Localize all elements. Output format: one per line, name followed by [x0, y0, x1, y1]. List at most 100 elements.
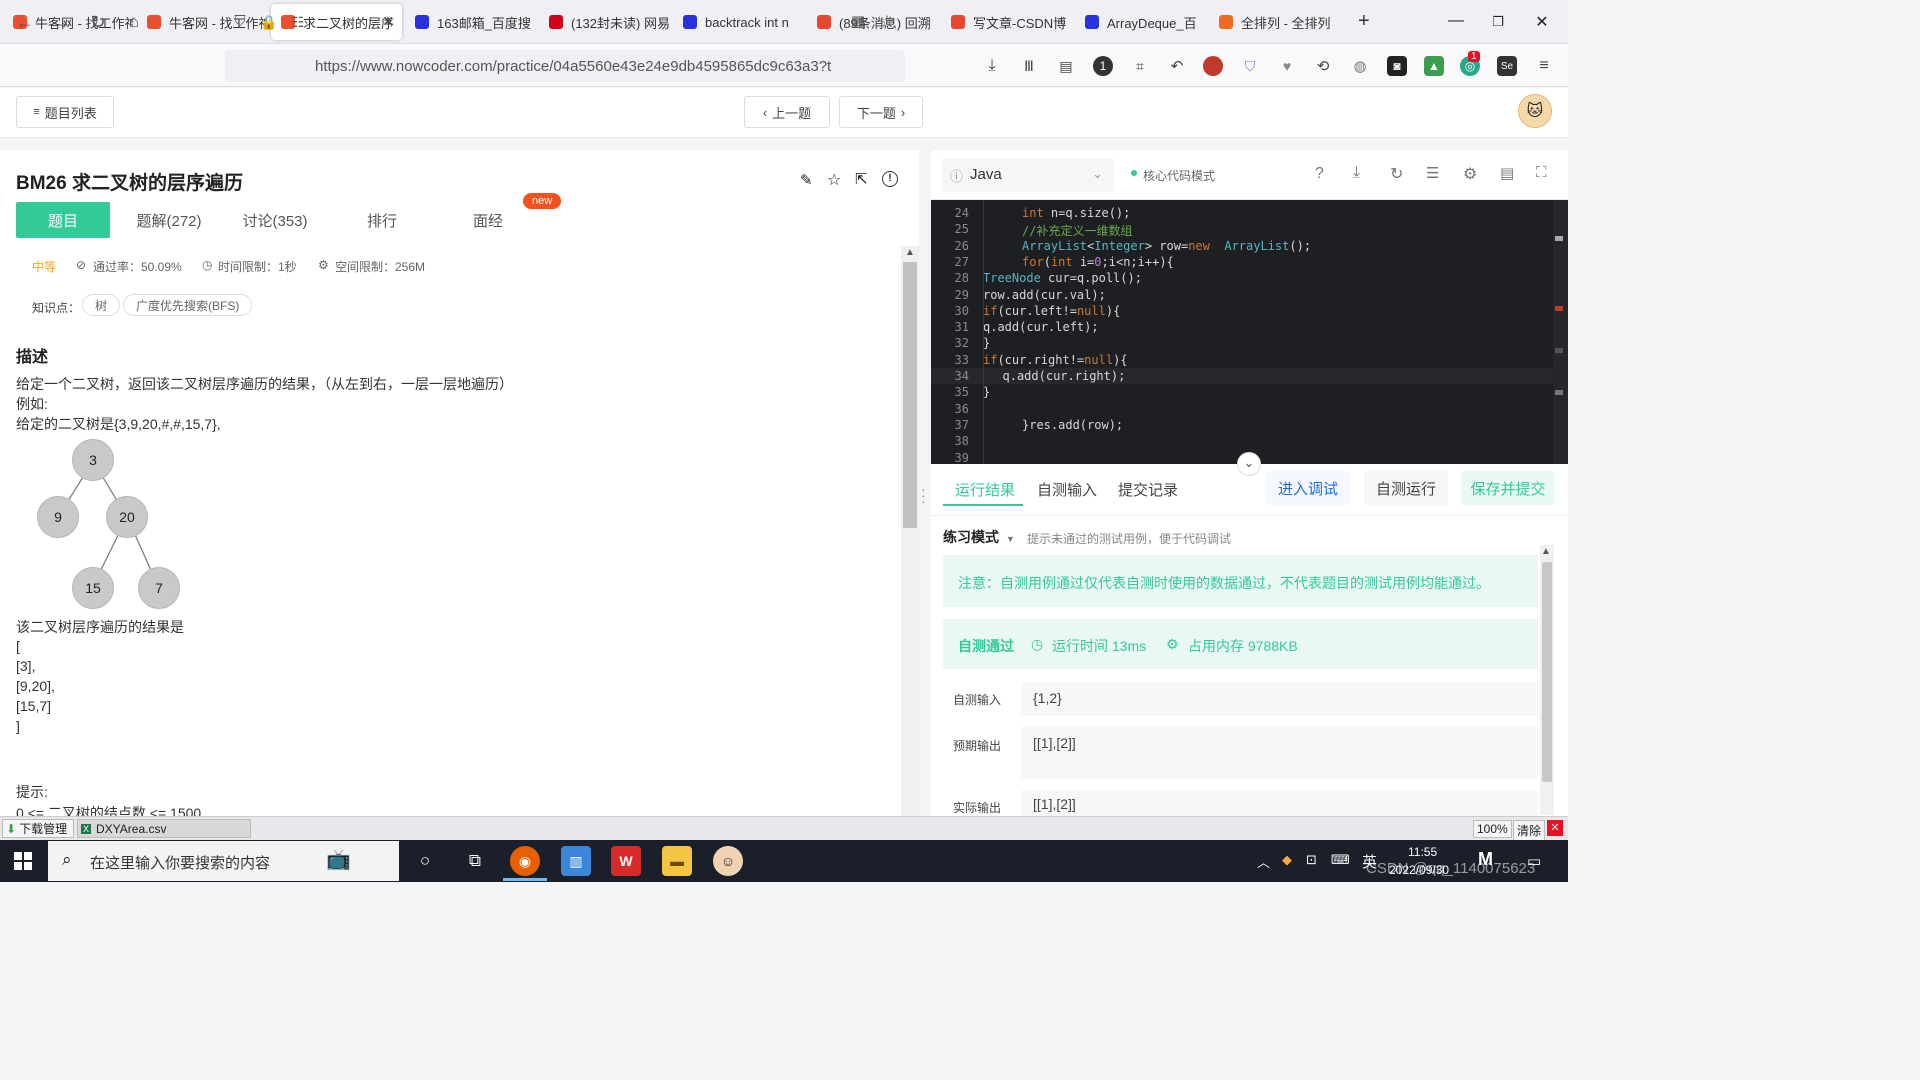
tab-discussion[interactable]: 讨论(353) [232, 202, 318, 238]
format-icon[interactable]: ☰ [1426, 164, 1439, 182]
extension-icon[interactable] [1203, 56, 1223, 76]
scroll-up-icon[interactable]: ▲ [905, 247, 915, 258]
tab-custom-input[interactable]: 自测输入 [1037, 479, 1097, 500]
permissions-icon[interactable]: ☷ [287, 12, 309, 32]
browser-tab[interactable]: 163邮箱_百度搜 [405, 4, 535, 40]
sync-icon[interactable]: ⟲ [1313, 56, 1333, 76]
self-run-button[interactable]: 自测运行 [1364, 471, 1448, 505]
save-submit-button[interactable]: 保存并提交 [1461, 471, 1555, 505]
tab-ranking[interactable]: 排行 [352, 202, 412, 238]
undo-icon[interactable]: ↶ [1167, 56, 1187, 76]
download-icon[interactable]: ⤓ [982, 56, 1002, 76]
code-line[interactable]: row.add(cur.val); [983, 288, 1106, 302]
cortana-icon[interactable]: ○ [410, 846, 440, 876]
tab-solutions[interactable]: 题解(272) [126, 202, 212, 238]
code-line[interactable]: //补充定义一维数组 [1022, 222, 1132, 239]
tab-interview[interactable]: 面经 [458, 202, 518, 238]
tag-tree[interactable]: 树 [82, 294, 121, 316]
code-line[interactable]: } [983, 336, 990, 350]
code-line[interactable]: }res.add(row); [1022, 418, 1123, 432]
close-window-icon[interactable]: ✕ [1532, 12, 1552, 32]
code-line[interactable]: } [983, 385, 990, 399]
help-icon[interactable]: ? [1315, 165, 1324, 183]
url-text[interactable]: https://www.nowcoder.com/practice/04a556… [315, 58, 840, 75]
code-line[interactable]: for(int i=0;i<n;i++){ [1022, 255, 1174, 269]
tab-problem[interactable]: 题目 [16, 202, 110, 238]
forward-icon[interactable]: → [50, 12, 72, 32]
problem-list-button[interactable]: ≡ 题目列表 [16, 96, 114, 128]
practice-mode-select[interactable]: 练习模式 ▼ [943, 527, 1015, 547]
problem-scrollbar-thumb[interactable] [903, 262, 917, 528]
prev-problem-button[interactable]: ‹ 上一题 [744, 96, 830, 128]
download-file[interactable]: X DXYArea.csv [77, 819, 251, 838]
windows-start-icon[interactable] [14, 852, 32, 870]
result-scrollbar-thumb[interactable] [1542, 562, 1552, 782]
code-line[interactable]: ArrayList<Integer> row=new ArrayList(); [1022, 239, 1311, 253]
heart-shield-icon[interactable]: ♥ [1277, 56, 1297, 76]
code-line[interactable]: if(cur.left!=null){ [983, 304, 1120, 318]
minimize-icon[interactable]: — [1446, 12, 1466, 30]
reset-icon[interactable]: ↻ [1390, 164, 1403, 184]
qr-code-icon[interactable]: ▦ [847, 12, 869, 32]
avatar[interactable]: 🐱 [1518, 94, 1552, 128]
extension-1-icon[interactable]: 1 [1093, 56, 1113, 76]
collapse-chevron-icon[interactable]: ⌄ [1237, 452, 1261, 476]
wps-taskbar-icon[interactable]: W [611, 846, 641, 876]
library-icon[interactable]: Ⅲ [1019, 56, 1039, 76]
green-extension-icon[interactable]: ▲ [1424, 56, 1444, 76]
selenium-icon[interactable]: Se [1497, 56, 1517, 76]
code-line[interactable]: int n=q.size(); [1022, 206, 1130, 220]
close-downloads-icon[interactable]: ✕ [1547, 820, 1563, 836]
browser-tab[interactable]: 全排列 - 全排列 [1209, 4, 1339, 40]
code-line[interactable]: q.add(cur.right); [1003, 369, 1126, 383]
reload-icon[interactable]: ↻ [87, 12, 109, 32]
bookmark-star-icon[interactable]: ☆ [876, 12, 898, 32]
globe-icon[interactable]: ◍ [1350, 56, 1370, 76]
maximize-icon[interactable]: ❐ [1488, 14, 1508, 30]
tag-bfs[interactable]: 广度优先搜索(BFS) [123, 294, 253, 316]
tab-run-result[interactable]: 运行结果 [955, 479, 1015, 500]
crop-icon[interactable]: ⌗ [1130, 56, 1150, 76]
share-icon[interactable]: ⇱ [855, 170, 868, 188]
debug-button[interactable]: 进入调试 [1265, 471, 1351, 505]
fullscreen-icon[interactable]: ⛶ [1536, 164, 1547, 181]
taskbar-search-box[interactable]: ⌕ 在这里输入你要搜索的内容 📺 [48, 841, 399, 881]
result-scroll-up-icon[interactable]: ▲ [1541, 546, 1551, 557]
next-problem-button[interactable]: 下一题 › [839, 96, 923, 128]
browser-tab[interactable]: (132封未读) 网易 [539, 4, 669, 40]
shield-extension-icon[interactable]: ⛉ [1240, 56, 1260, 76]
file-explorer-taskbar-icon[interactable]: ▬ [662, 846, 692, 876]
store-taskbar-icon[interactable]: ▥ [561, 846, 591, 876]
clear-downloads-button[interactable]: 清除 [1513, 820, 1546, 841]
tab-submission-history[interactable]: 提交记录 [1118, 479, 1178, 500]
tray-overflow-icon[interactable]: ︿ [1257, 852, 1270, 871]
browser-tab[interactable]: (89条消息) 回溯 [807, 4, 937, 40]
avatar-app-taskbar-icon[interactable]: ☺ [713, 846, 743, 876]
keyboard-icon[interactable]: ⌨ [1331, 852, 1350, 868]
shield-icon[interactable]: ⛉ [229, 12, 251, 32]
browser-tab[interactable]: ArrayDeque_百 [1075, 4, 1205, 40]
menu-icon[interactable]: ≡ [1534, 56, 1554, 76]
settings-icon[interactable]: ⚙ [1463, 164, 1477, 184]
language-select[interactable]: ⓘ Java ⌄ [942, 158, 1114, 192]
edit-icon[interactable]: ✎ [800, 171, 813, 189]
code-line[interactable]: TreeNode cur=q.poll(); [983, 271, 1142, 285]
zoom-level[interactable]: 100% [1473, 820, 1512, 838]
info-icon[interactable]: ! [882, 171, 898, 187]
browser-tab[interactable]: 写文章-CSDN博 [941, 4, 1071, 40]
sidebar-icon[interactable]: ▤ [1056, 56, 1076, 76]
firefox-taskbar-icon[interactable]: ◉ [510, 846, 540, 876]
code-line[interactable]: q.add(cur.left); [983, 320, 1099, 334]
download-code-icon[interactable]: ⤓ [1353, 164, 1360, 182]
calendar-icon[interactable]: ▤ [1500, 164, 1514, 182]
clock-time[interactable]: 11:55 [1408, 845, 1437, 859]
task-view-icon[interactable]: ⧉ [460, 846, 490, 876]
close-tab-icon[interactable]: ✕ [382, 13, 394, 30]
star-icon[interactable]: ☆ [827, 170, 841, 190]
home-icon[interactable]: ⌂ [123, 12, 145, 32]
back-icon[interactable]: ← [14, 12, 36, 32]
splitter-handle[interactable]: · · · [921, 482, 926, 508]
download-manager-button[interactable]: ⬇ 下载管理 [2, 819, 74, 838]
tray-app-icon[interactable]: ◆ [1282, 852, 1292, 868]
new-tab-button[interactable]: + [1358, 10, 1370, 33]
